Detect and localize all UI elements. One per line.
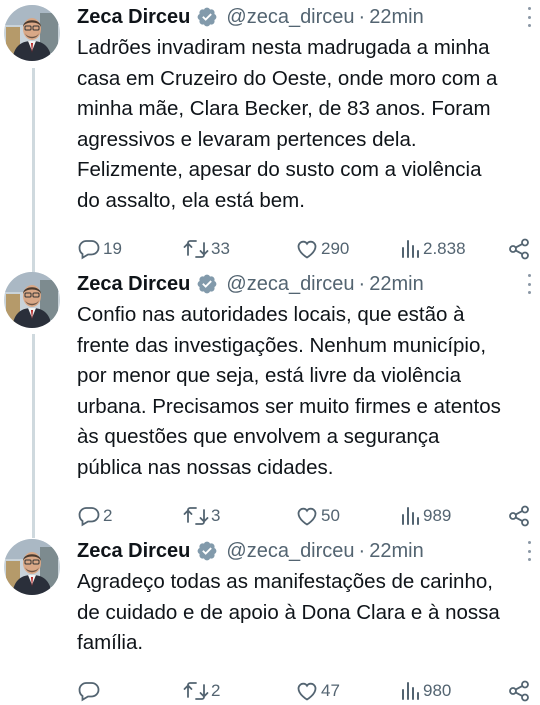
timestamp[interactable]: 22min [369,6,423,29]
share-icon [507,679,531,703]
tweet[interactable]: Zeca Dirceu @zeca_dirceu · 22min Agradeç… [0,537,540,702]
retweet-icon [183,679,209,703]
share-icon [507,237,531,261]
tweet-text-line: agressivos e levaram pertences dela. [77,127,417,151]
views-count: 989 [423,506,452,525]
views-button[interactable]: 2.838 [399,235,466,263]
tweet-text-line: por menor que seja, está livre da violên… [77,364,462,388]
views-count: 2.838 [423,239,466,258]
share-button[interactable] [507,502,531,530]
tweet-text-line: casa em Cruzeiro do Oeste, onde moro com… [77,66,498,90]
author-handle[interactable]: @zeca_dirceu [226,273,354,296]
tweet-text-line: Confio nas autoridades locais, que estão… [77,303,465,326]
avatar[interactable] [4,539,60,595]
tweet-text-line: às questões que envolvem a segurança [77,425,440,449]
retweet-button[interactable]: 33 [183,235,230,263]
tweet-actions: 2 47 980 [77,677,533,705]
avatar[interactable] [4,272,60,328]
avatar[interactable] [4,5,60,61]
more-options-icon[interactable] [526,274,532,294]
heart-icon [295,237,319,261]
retweet-count: 3 [211,506,221,525]
author-handle[interactable]: @zeca_dirceu [226,540,354,563]
timestamp[interactable]: 22min [369,540,423,563]
author-name[interactable]: Zeca Dirceu [77,540,190,563]
retweet-button[interactable]: 3 [183,502,220,530]
tweet-actions: 19 33 290 2.838 [77,235,533,263]
verified-badge-icon [196,540,218,562]
tweet-header: Zeca Dirceu @zeca_dirceu · 22min [77,270,424,298]
tweet-text-line: de cuidado e de apoio à Dona Clara e à n… [77,600,500,624]
tweet-text-line: frente das investigações. Nenhum municíp… [77,333,487,357]
reply-icon [77,237,101,261]
retweet-icon [183,504,209,528]
share-icon [507,504,531,528]
like-button[interactable]: 50 [295,502,340,530]
tweet-text-line: pública nas nossas cidades. [77,455,334,479]
author-name[interactable]: Zeca Dirceu [77,273,190,296]
reply-button[interactable] [77,677,103,705]
reply-count: 19 [103,239,122,258]
more-options-icon[interactable] [526,7,532,27]
timestamp[interactable]: 22min [369,273,423,296]
tweet-text: Agradeço todas as manifestações de carin… [77,567,533,659]
verified-badge-icon [196,6,218,28]
tweet[interactable]: Zeca Dirceu @zeca_dirceu · 22min Ladrões… [0,3,540,260]
reply-icon [77,504,101,528]
views-count: 980 [423,681,452,700]
tweet-text-line: Agradeço todas as manifestações de carin… [77,570,493,593]
separator-dot: · [358,5,366,28]
reply-count: 2 [103,506,113,525]
like-count: 50 [321,506,340,525]
tweet-text-line: família. [77,631,144,655]
views-icon [399,237,421,261]
tweet-header: Zeca Dirceu @zeca_dirceu · 22min [77,3,424,31]
tweet-text-line: urbana. Precisamos ser muito firmes e at… [77,394,501,418]
share-button[interactable] [507,677,531,705]
reply-icon [77,679,101,703]
views-icon [399,504,421,528]
retweet-button[interactable]: 2 [183,677,220,705]
views-button[interactable]: 989 [399,502,451,530]
tweet-text-line: minha mãe, Clara Becker, de 83 anos. For… [77,97,491,121]
reply-button[interactable]: 19 [77,235,122,263]
retweet-count: 2 [211,681,221,700]
separator-dot: · [358,539,366,562]
reply-button[interactable]: 2 [77,502,112,530]
heart-icon [295,504,319,528]
like-button[interactable]: 290 [295,235,349,263]
tweet-text-line: Felizmente, apesar do susto com a violên… [77,158,482,182]
verified-badge-icon [196,273,218,295]
like-count: 290 [321,239,350,258]
tweet-text: Ladrões invadiram nesta madrugada a minh… [77,33,533,217]
heart-icon [295,679,319,703]
tweet-text-line: do assalto, ela está bem. [77,188,305,212]
tweet-text: Confio nas autoridades locais, que estão… [77,300,533,484]
author-name[interactable]: Zeca Dirceu [77,6,190,29]
views-button[interactable]: 980 [399,677,451,705]
retweet-icon [183,237,209,261]
share-button[interactable] [507,235,531,263]
tweet[interactable]: Zeca Dirceu @zeca_dirceu · 22min Confio … [0,270,540,527]
views-icon [399,679,421,703]
retweet-count: 33 [211,239,230,258]
separator-dot: · [358,272,366,295]
tweet-actions: 2 3 50 989 [77,502,533,530]
like-button[interactable]: 47 [295,677,340,705]
author-handle[interactable]: @zeca_dirceu [226,6,354,29]
more-options-icon[interactable] [526,541,532,561]
tweet-header: Zeca Dirceu @zeca_dirceu · 22min [77,537,424,565]
tweet-text-line: Ladrões invadiram nesta madrugada a minh… [77,36,490,59]
like-count: 47 [321,681,340,700]
